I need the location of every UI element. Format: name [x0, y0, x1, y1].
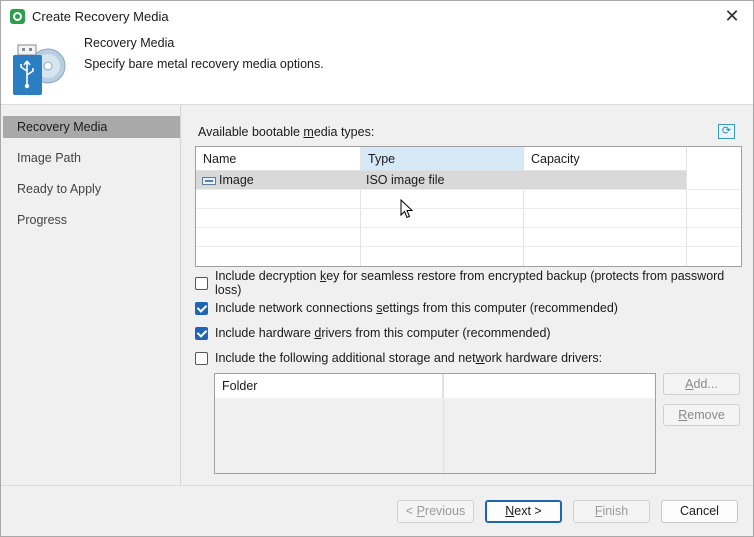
option-additional-drivers[interactable]: Include the following additional storage…: [195, 349, 602, 367]
checkbox-decryption-key[interactable]: [195, 276, 208, 290]
content-pane: Available bootable media types: ⟳ Name T…: [182, 105, 753, 485]
row-name: Image: [219, 173, 254, 187]
close-icon: ✕: [724, 6, 740, 26]
option-hardware-drivers[interactable]: Include hardware drivers from this compu…: [195, 324, 551, 342]
option-decryption-key[interactable]: Include decryption key for seamless rest…: [195, 269, 753, 297]
column-header-capacity[interactable]: Capacity: [524, 147, 687, 171]
mouse-cursor-icon: [400, 199, 414, 219]
media-types-table[interactable]: Name Type Capacity Image ISO image file: [195, 146, 742, 267]
image-file-icon: [202, 177, 216, 185]
media-types-label: Available bootable media types:: [198, 125, 375, 139]
checkbox-network-settings[interactable]: [195, 301, 208, 315]
step-ready-to-apply[interactable]: Ready to Apply: [3, 178, 180, 200]
page-subtitle: Specify bare metal recovery media option…: [84, 57, 324, 71]
dialog-window: Create Recovery Media ✕ Recovery Media S…: [0, 0, 754, 537]
row-type: ISO image file: [366, 173, 445, 187]
remove-folder-button[interactable]: Remove: [663, 404, 740, 426]
column-header-folder[interactable]: Folder: [215, 374, 443, 398]
checkbox-hardware-drivers[interactable]: [195, 326, 208, 340]
option-network-settings[interactable]: Include network connections settings fro…: [195, 299, 618, 317]
title-bar: Create Recovery Media ✕: [1, 1, 753, 32]
step-progress[interactable]: Progress: [3, 209, 180, 231]
close-button[interactable]: ✕: [711, 1, 753, 32]
column-header-name[interactable]: Name: [196, 147, 361, 171]
finish-button[interactable]: Finish: [573, 500, 650, 523]
checkbox-additional-drivers[interactable]: [195, 351, 208, 365]
previous-button[interactable]: < Previous: [397, 500, 474, 523]
step-recovery-media[interactable]: Recovery Media: [3, 116, 180, 138]
column-header-type[interactable]: Type: [361, 147, 524, 171]
page-title: Recovery Media: [84, 36, 175, 50]
usb-media-icon: [13, 44, 66, 95]
footer-divider: [1, 485, 753, 486]
next-button[interactable]: Next >: [485, 500, 562, 523]
window-title: Create Recovery Media: [32, 9, 169, 24]
wizard-steps: Recovery Media Image Path Ready to Apply…: [1, 105, 181, 485]
cancel-button[interactable]: Cancel: [661, 500, 738, 523]
add-folder-button[interactable]: Add...: [663, 373, 740, 395]
step-image-path[interactable]: Image Path: [3, 147, 180, 169]
drivers-folder-table[interactable]: Folder: [214, 373, 656, 474]
wizard-header: Recovery Media Specify bare metal recove…: [1, 32, 753, 104]
app-icon: [10, 9, 25, 24]
refresh-icon[interactable]: ⟳: [718, 124, 735, 139]
